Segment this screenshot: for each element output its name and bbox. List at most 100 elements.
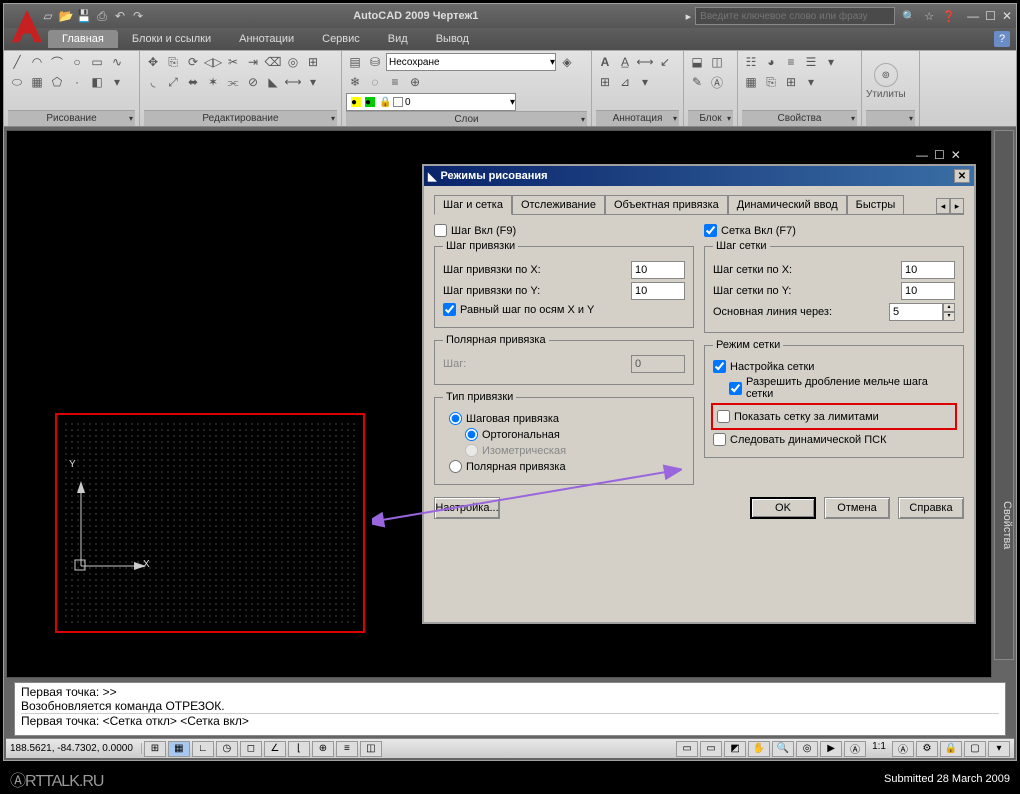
lock-icon[interactable]: 🔒: [940, 741, 962, 757]
ortho-toggle[interactable]: ∟: [192, 741, 214, 757]
tray-icon[interactable]: ▾: [988, 741, 1010, 757]
grid-x-input[interactable]: [901, 261, 955, 279]
table-icon[interactable]: ⊞: [596, 73, 614, 91]
fillet-icon[interactable]: ◟: [144, 73, 162, 91]
dialog-maximize-button[interactable]: ☐: [934, 148, 945, 162]
dialog-close-icon[interactable]: ✕: [954, 169, 970, 183]
tab-osnap[interactable]: Объектная привязка: [605, 195, 728, 214]
panel-drawing-title[interactable]: Рисование▾: [8, 110, 135, 126]
erase-icon[interactable]: ⌫: [264, 53, 282, 71]
arc-icon[interactable]: ⌒: [48, 53, 66, 71]
break-icon[interactable]: ⊘: [244, 73, 262, 91]
polar-toggle[interactable]: ◷: [216, 741, 238, 757]
grid-beyond-limits-checkbox[interactable]: [717, 410, 730, 423]
stretch-icon[interactable]: ⬌: [184, 73, 202, 91]
snap-y-input[interactable]: [631, 282, 685, 300]
props-icon[interactable]: ☷: [742, 53, 760, 71]
showmotion-icon[interactable]: ▶: [820, 741, 842, 757]
ws-icon[interactable]: ⚙: [916, 741, 938, 757]
props3-icon[interactable]: ▾: [802, 73, 820, 91]
scale-icon[interactable]: ⤢: [164, 73, 182, 91]
adaptive-grid-checkbox[interactable]: [713, 360, 726, 373]
anno-more-icon[interactable]: ▾: [636, 73, 654, 91]
open-icon[interactable]: 📂: [58, 8, 74, 24]
rotate-icon[interactable]: ⟳: [184, 53, 202, 71]
tab-scroll-right[interactable]: ▸: [950, 198, 964, 214]
dim-icon[interactable]: ⟷: [636, 53, 654, 71]
join-icon[interactable]: ⫘: [224, 73, 242, 91]
lengthen-icon[interactable]: ⟷: [284, 73, 302, 91]
redo-icon[interactable]: ↷: [130, 8, 146, 24]
snap-ortho-radio[interactable]: [465, 428, 478, 441]
ducs-toggle[interactable]: ⌊: [288, 741, 310, 757]
circle-icon[interactable]: ○: [68, 53, 86, 71]
tab-view[interactable]: Вид: [374, 30, 422, 48]
minimize-button[interactable]: —: [967, 9, 979, 23]
chamfer-icon[interactable]: ◣: [264, 73, 282, 91]
save-icon[interactable]: 💾: [76, 8, 92, 24]
mtext-icon[interactable]: A̲: [616, 53, 634, 71]
panel-props-title[interactable]: Свойства▾: [742, 110, 857, 126]
bylayer-icon[interactable]: ▦: [742, 73, 760, 91]
snap-type-step-radio[interactable]: [449, 412, 462, 425]
color-icon[interactable]: ◕: [762, 53, 780, 71]
grid-on-checkbox[interactable]: [704, 224, 717, 237]
tab-dyn-input[interactable]: Динамический ввод: [728, 195, 847, 214]
attr-icon[interactable]: Ⓐ: [708, 73, 726, 91]
coords-display[interactable]: 188.5621, -84.7302, 0.0000: [10, 743, 142, 754]
pline-icon[interactable]: ◠: [28, 53, 46, 71]
spinner-down[interactable]: ▾: [943, 312, 955, 321]
subdivide-checkbox[interactable]: [729, 382, 742, 395]
qview-toggle[interactable]: ◩: [724, 741, 746, 757]
panel-utils-title[interactable]: ▾: [866, 110, 915, 126]
follow-ucs-checkbox[interactable]: [713, 433, 726, 446]
clean-icon[interactable]: ▢: [964, 741, 986, 757]
grid-y-input[interactable]: [901, 282, 955, 300]
list-icon[interactable]: ▾: [822, 53, 840, 71]
snap-toggle[interactable]: ⊞: [144, 741, 166, 757]
tab-snap-grid[interactable]: Шаг и сетка: [434, 195, 512, 215]
layer-off-icon[interactable]: ◌: [366, 73, 384, 91]
panel-edit-title[interactable]: Редактирование▾: [144, 110, 337, 126]
layer-freeze-icon[interactable]: ❄: [346, 73, 364, 91]
copy-icon[interactable]: ⎘: [164, 53, 182, 71]
create-block-icon[interactable]: ◫: [708, 53, 726, 71]
annoscale-icon[interactable]: Ⓐ: [844, 741, 866, 757]
snap-on-checkbox[interactable]: [434, 224, 447, 237]
mirror-icon[interactable]: ◁▷: [204, 53, 222, 71]
maximize-button[interactable]: ☐: [985, 9, 996, 23]
search-input[interactable]: [695, 7, 895, 25]
layer-states-icon[interactable]: ⛁: [366, 53, 384, 71]
array-icon[interactable]: ⊞: [304, 53, 322, 71]
panel-layers-title[interactable]: Слои▾: [346, 111, 587, 126]
equal-xy-checkbox[interactable]: [443, 303, 456, 316]
hatch-icon[interactable]: ▦: [28, 73, 46, 91]
otrack-toggle[interactable]: ∠: [264, 741, 286, 757]
tab-tools[interactable]: Сервис: [308, 30, 374, 48]
snap-type-polar-radio[interactable]: [449, 460, 462, 473]
properties-palette[interactable]: Свойства: [994, 130, 1014, 660]
scale-display[interactable]: 1:1: [868, 741, 890, 757]
line-icon[interactable]: ╱: [8, 53, 26, 71]
panel-block-title[interactable]: Блок▾: [688, 110, 733, 126]
layer-state-combo[interactable]: Несохране ▾: [386, 53, 556, 71]
ok-button[interactable]: OK: [750, 497, 816, 519]
tab-quick[interactable]: Быстры: [847, 195, 905, 214]
polygon-icon[interactable]: ⬠: [48, 73, 66, 91]
undo-icon[interactable]: ↶: [112, 8, 128, 24]
more-draw-icon[interactable]: ▾: [108, 73, 126, 91]
linetype-icon[interactable]: ≡: [782, 53, 800, 71]
rect-icon[interactable]: ▭: [88, 53, 106, 71]
layer-make-icon[interactable]: ⊕: [406, 73, 424, 91]
wheel-icon[interactable]: ◎: [796, 741, 818, 757]
lwt-toggle[interactable]: ≡: [336, 741, 358, 757]
layer-match-icon[interactable]: ≡: [386, 73, 404, 91]
help-icon[interactable]: ?: [994, 31, 1010, 47]
spinner-up[interactable]: ▴: [943, 303, 955, 312]
snap-x-input[interactable]: [631, 261, 685, 279]
tab-scroll-left[interactable]: ◂: [936, 198, 950, 214]
layout-toggle[interactable]: ▭: [700, 741, 722, 757]
help-button[interactable]: Справка: [898, 497, 964, 519]
offset-icon[interactable]: ◎: [284, 53, 302, 71]
props2-icon[interactable]: ⊞: [782, 73, 800, 91]
